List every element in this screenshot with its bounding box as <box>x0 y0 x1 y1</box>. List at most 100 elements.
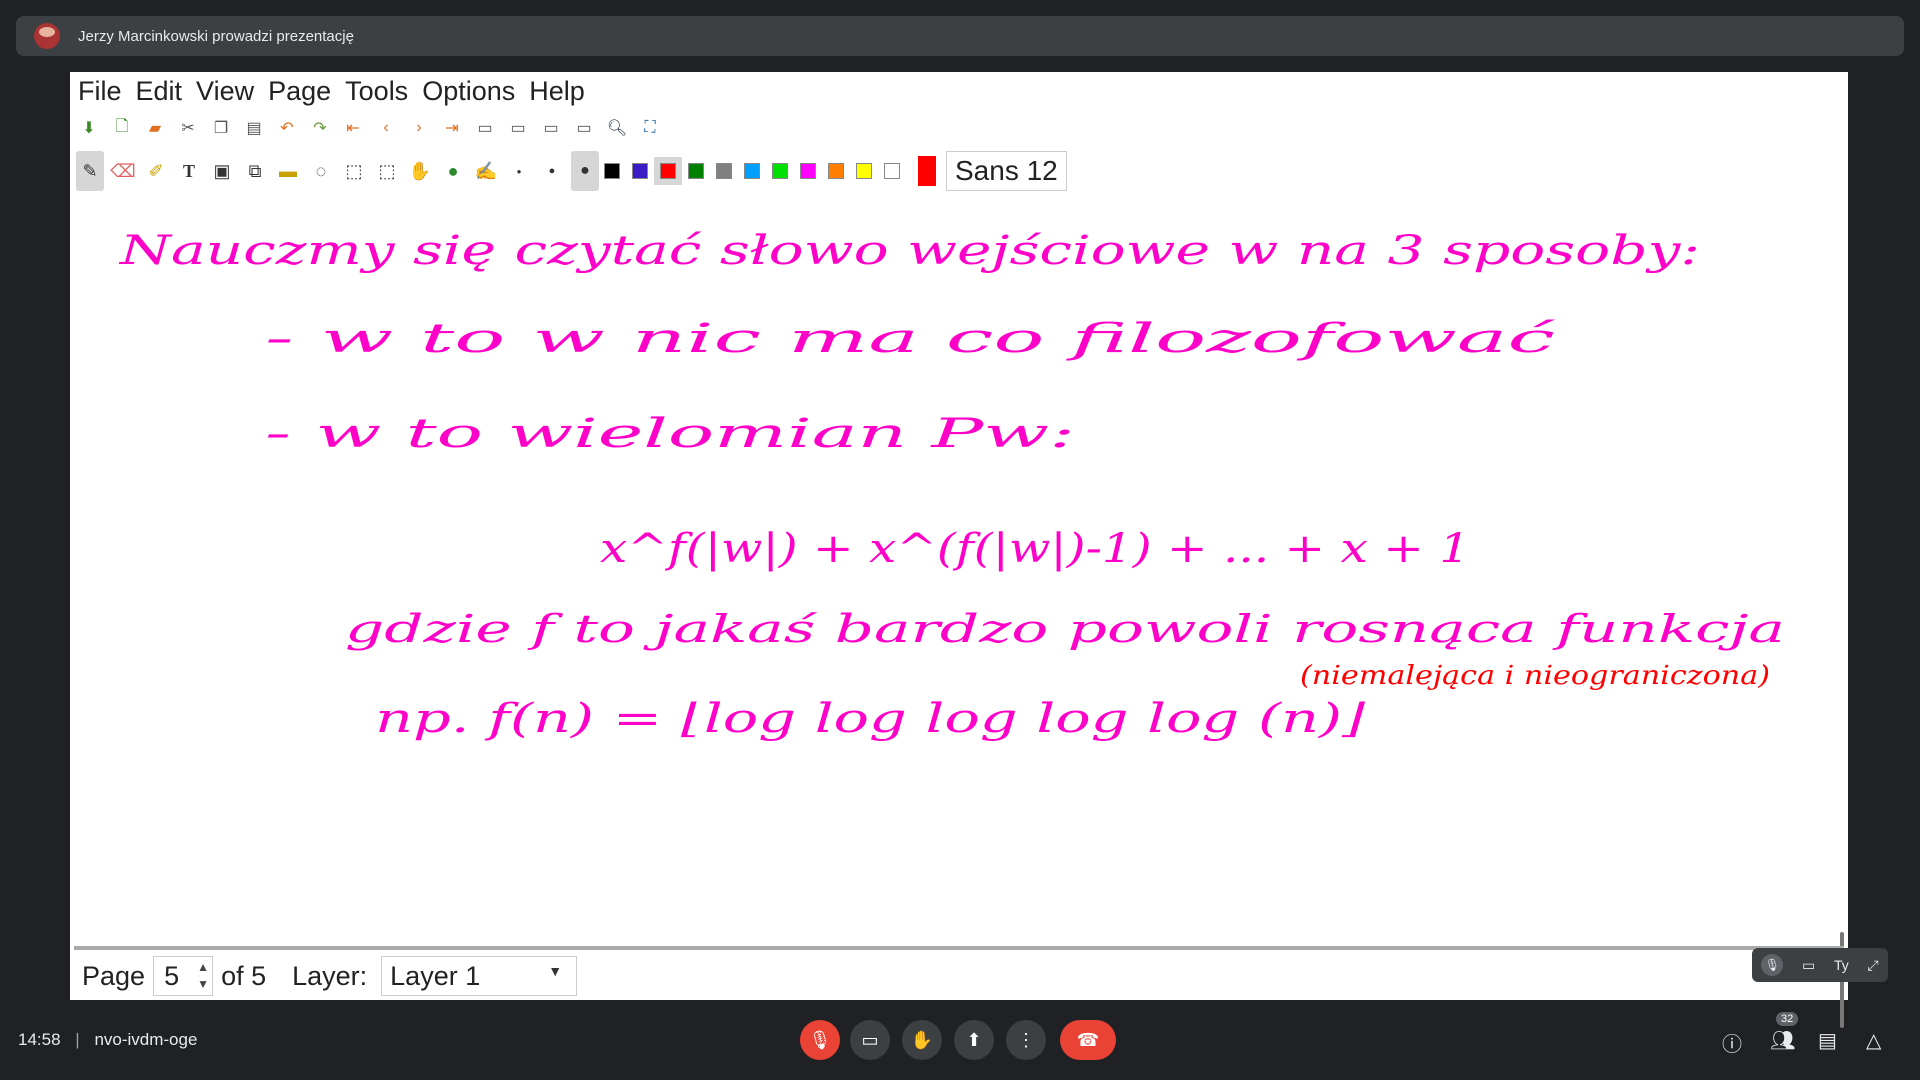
highlighter-tool-icon[interactable]: ✐ <box>142 151 170 191</box>
handwriting-svg: Nauczmy się czytać słowo wejściowe w na … <box>119 228 1785 742</box>
mic-off-icon: 🎙︎ <box>1761 954 1784 976</box>
note-line-4-annotation: (niemalejąca i nieograniczona) <box>1300 661 1770 691</box>
chevron-down-icon: ▼ <box>548 963 563 979</box>
menu-bar: File Edit View Page Tools Options Help <box>70 72 1848 110</box>
default-tool-icon[interactable]: ✍ <box>472 151 500 191</box>
color-black[interactable] <box>604 163 620 179</box>
rect-select-icon[interactable]: ⬚ <box>340 151 368 191</box>
redo-icon[interactable]: ↷ <box>309 117 331 139</box>
thickness-fine-icon[interactable]: ● <box>505 151 533 191</box>
cut-icon[interactable]: ✂ <box>177 117 199 139</box>
note-formula: x^f(|w|) + x^(f(|w|)-1) + ... + x + 1 <box>600 526 1470 572</box>
fullscreen-icon[interactable]: ⛶ <box>639 117 661 139</box>
color-blue[interactable] <box>632 163 648 179</box>
meeting-controls-bar: 14:58 | nvo-ivdm-oge 🎙︎ ▭ ✋ ⬆ ⋮ ☎ ⓘ 👥︎ 3… <box>0 1010 1920 1080</box>
color-light-green[interactable] <box>772 163 788 179</box>
color-orange[interactable] <box>828 163 844 179</box>
menu-help[interactable]: Help <box>529 76 585 107</box>
image-tool-icon[interactable]: ▣ <box>208 151 236 191</box>
text-tool-icon[interactable]: T <box>175 151 203 191</box>
paste-icon[interactable]: ▤ <box>243 117 265 139</box>
color-gray[interactable] <box>716 163 732 179</box>
shape-tool-icon[interactable]: ⧉ <box>241 151 269 191</box>
next-page-icon[interactable]: › <box>408 117 430 139</box>
presenter-banner: Jerzy Marcinkowski prowadzi prezentację <box>16 16 1904 56</box>
last-page-icon[interactable]: ⇥ <box>441 117 463 139</box>
menu-options[interactable]: Options <box>422 76 515 107</box>
camera-icon: ▭ <box>1802 956 1816 973</box>
menu-file[interactable]: File <box>78 76 122 107</box>
drawing-toolbar: ✎ ⌫ ✐ T ▣ ⧉ ▬ ◌ ⬚ ⬚ ✋ ● ✍ ● ● ● Sans 12 <box>70 146 1848 196</box>
vertical-space-icon[interactable]: ⬚ <box>373 151 401 191</box>
note-line-3: - w to wielomian Pw: <box>265 411 1075 457</box>
color-green[interactable] <box>688 163 704 179</box>
zoom-in-icon[interactable]: ▭ <box>573 117 595 139</box>
color-yellow[interactable] <box>856 163 872 179</box>
color-light-blue[interactable] <box>744 163 760 179</box>
thickness-thick-icon[interactable]: ● <box>571 151 599 191</box>
save-icon[interactable]: ⬇ <box>78 117 100 139</box>
meeting-info: 14:58 | nvo-ivdm-oge <box>18 1030 197 1050</box>
chat-icon[interactable]: ▤ <box>1818 1028 1837 1053</box>
drawing-canvas[interactable]: Nauczmy się czytać słowo wejściowe w na … <box>70 202 1848 1028</box>
menu-edit[interactable]: Edit <box>136 76 183 107</box>
current-color-button[interactable] <box>918 156 936 186</box>
note-line-5: np. f(n) = ⌊log log log log log (n)⌋ <box>375 696 1366 742</box>
note-line-4: gdzie f to jakaś bardzo powoli rosnąca f… <box>345 607 1785 651</box>
expand-icon[interactable]: ⤢ <box>1867 957 1878 974</box>
presenter-banner-text: Jerzy Marcinkowski prowadzi prezentację <box>78 27 354 45</box>
copy-icon[interactable]: ❐ <box>210 117 232 139</box>
self-view-label: Ty <box>1833 957 1849 973</box>
layer-select[interactable]: Layer 1 ▼ <box>381 956 578 996</box>
presenter-avatar <box>34 23 60 49</box>
menu-tools[interactable]: Tools <box>345 76 408 107</box>
self-view-tile[interactable]: 🎙︎ ▭ Ty ⤢ <box>1752 948 1888 982</box>
color-magenta[interactable] <box>800 163 816 179</box>
lasso-tool-icon[interactable]: ◌ <box>307 151 335 191</box>
thickness-medium-icon[interactable]: ● <box>538 151 566 191</box>
zoom-out-icon[interactable]: ▭ <box>474 117 496 139</box>
default-pen-icon[interactable]: ● <box>439 151 467 191</box>
leave-call-button[interactable]: ☎ <box>1060 1020 1116 1060</box>
present-button[interactable]: ⬆ <box>954 1020 994 1060</box>
horizontal-scrollbar[interactable] <box>74 946 1844 950</box>
page-count-label: of 5 <box>221 960 267 991</box>
camera-toggle-button[interactable]: ▭ <box>850 1020 890 1060</box>
activities-icon[interactable]: △ <box>1866 1028 1881 1053</box>
shared-window: File Edit View Page Tools Options Help ⬇… <box>70 72 1848 1028</box>
color-white[interactable] <box>884 163 900 179</box>
prev-page-icon[interactable]: ‹ <box>375 117 397 139</box>
separator: | <box>75 1030 80 1049</box>
font-button[interactable]: Sans 12 <box>946 151 1067 191</box>
page-number-value: 5 <box>164 960 180 991</box>
page-label: Page <box>82 960 146 991</box>
ruler-tool-icon[interactable]: ▬ <box>274 151 302 191</box>
more-options-button[interactable]: ⋮ <box>1006 1020 1046 1060</box>
hand-tool-icon[interactable]: ✋ <box>406 151 434 191</box>
spin-arrows-icon[interactable]: ▲ ▼ <box>197 959 209 993</box>
layer-label: Layer: <box>292 960 368 991</box>
eraser-tool-icon[interactable]: ⌫ <box>109 151 137 191</box>
main-toolbar: ⬇ 🗋 ▰ ✂ ❐ ▤ ↶ ↷ ⇤ ‹ › ⇥ ▭ ▭ ▭ ▭ 🔍︎ ⛶ <box>70 110 1848 146</box>
open-folder-icon[interactable]: ▰ <box>144 117 166 139</box>
status-bar: Page 5 ▲ ▼ of 5 Layer: Layer 1 ▼ <box>70 952 1848 1000</box>
info-icon[interactable]: ⓘ <box>1722 1028 1742 1057</box>
people-icon[interactable]: 👥︎ <box>1770 1028 1795 1053</box>
zoom-normal-icon[interactable]: ▭ <box>540 117 562 139</box>
first-page-icon[interactable]: ⇤ <box>342 117 364 139</box>
layer-select-value: Layer 1 <box>390 960 481 991</box>
new-page-icon[interactable]: 🗋 <box>111 117 133 139</box>
zoom-fit-icon[interactable]: ▭ <box>507 117 529 139</box>
pen-tool-icon[interactable]: ✎ <box>76 151 104 191</box>
page-number-input[interactable]: 5 ▲ ▼ <box>153 956 214 996</box>
raise-hand-button[interactable]: ✋ <box>902 1020 942 1060</box>
mic-toggle-button[interactable]: 🎙︎ <box>800 1020 840 1060</box>
color-red[interactable] <box>654 157 682 185</box>
search-icon[interactable]: 🔍︎ <box>606 117 628 139</box>
note-line-1: Nauczmy się czytać słowo wejściowe w na … <box>119 228 1700 274</box>
menu-page[interactable]: Page <box>268 76 331 107</box>
note-line-2: - w to w nic ma co filozofować <box>265 316 1556 362</box>
menu-view[interactable]: View <box>196 76 254 107</box>
undo-icon[interactable]: ↶ <box>276 117 298 139</box>
meeting-code: nvo-ivdm-oge <box>94 1030 198 1049</box>
